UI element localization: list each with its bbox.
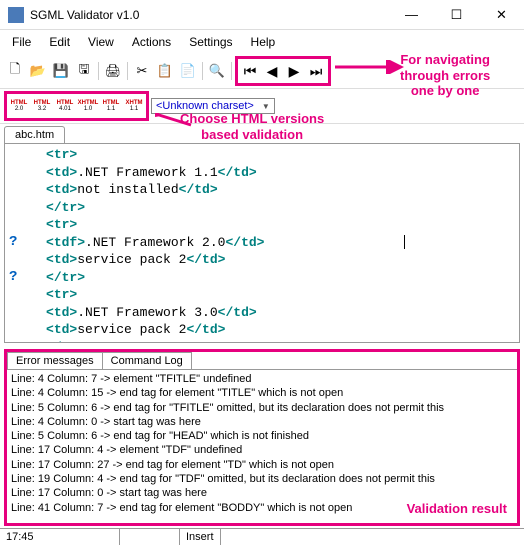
paste-icon[interactable]: 📄 <box>177 60 199 82</box>
code-line: <td>.NET Framework 3.0</td> <box>7 304 517 322</box>
toolbar: 🗋 📂 💾 🖫 🖨 ✂ 📋 📄 🔍 ⏮ ◀ ▶ ⏭ For navigating… <box>0 54 524 89</box>
version-html-3.2[interactable]: HTML3.2 <box>31 95 53 117</box>
menu-file[interactable]: File <box>4 32 39 52</box>
titlebar: SGML Validator v1.0 — ☐ ✕ <box>0 0 524 30</box>
result-tabs: Error messagesCommand Log <box>7 352 517 370</box>
cut-icon[interactable]: ✂ <box>131 60 153 82</box>
menu-help[interactable]: Help <box>243 32 284 52</box>
result-tab-error-messages[interactable]: Error messages <box>7 352 103 369</box>
code-editor[interactable]: <tr> <td>.NET Framework 1.1</td> <td>not… <box>4 143 520 343</box>
error-line[interactable]: Line: 41 Column: 7 -> end tag for elemen… <box>11 501 513 515</box>
error-line[interactable]: Line: 4 Column: 15 -> end tag for elemen… <box>11 386 513 400</box>
copy-icon[interactable]: 📋 <box>154 60 176 82</box>
error-line[interactable]: Line: 4 Column: 7 -> element "TFITLE" un… <box>11 372 513 386</box>
window-title: SGML Validator v1.0 <box>30 8 389 22</box>
save-icon[interactable]: 💾 <box>50 60 72 82</box>
code-line: <td>.NET Framework 1.1</td> <box>7 164 517 182</box>
charset-select[interactable]: <Unknown charset> <box>151 98 275 114</box>
code-line: <tdf>.NET Framework 2.0</td> <box>7 234 517 252</box>
gutter-marker[interactable]: ? <box>9 269 17 285</box>
error-line[interactable]: Line: 4 Column: 0 -> start tag was here <box>11 415 513 429</box>
error-line[interactable]: Line: 17 Column: 27 -> end tag for eleme… <box>11 458 513 472</box>
code-line: <td>not installed</td> <box>7 181 517 199</box>
version-xhtml-1.0[interactable]: XHTML1.0 <box>77 95 99 117</box>
app-icon <box>8 7 24 23</box>
save-all-icon[interactable]: 🖫 <box>73 60 95 82</box>
first-error-icon[interactable]: ⏮ <box>239 60 261 82</box>
file-tab[interactable]: abc.htm <box>4 126 65 143</box>
code-line: <tr> <box>7 216 517 234</box>
code-line: </tr> <box>7 269 517 287</box>
results-panel: Error messagesCommand Log Line: 4 Column… <box>4 349 520 526</box>
prev-error-icon[interactable]: ◀ <box>261 60 283 82</box>
last-error-icon[interactable]: ⏭ <box>305 60 327 82</box>
toolbar-versions: HTML2.0HTML3.2HTML4.01XHTML1.0HTML1.1XHT… <box>0 89 524 124</box>
version-xhtm-1.1[interactable]: XHTM1.1 <box>123 95 145 117</box>
code-line: <tr> <box>7 146 517 164</box>
print-icon[interactable]: 🖨 <box>102 60 124 82</box>
result-tab-command-log[interactable]: Command Log <box>102 352 192 369</box>
status-time: 17:45 <box>0 529 120 545</box>
menu-edit[interactable]: Edit <box>41 32 78 52</box>
error-line[interactable]: Line: 17 Column: 0 -> start tag was here <box>11 486 513 500</box>
menu-actions[interactable]: Actions <box>124 32 179 52</box>
code-line: <td>service pack 2</td> <box>7 321 517 339</box>
version-html-4.01[interactable]: HTML4.01 <box>54 95 76 117</box>
menu-view[interactable]: View <box>80 32 122 52</box>
open-file-icon[interactable]: 📂 <box>27 60 49 82</box>
error-line[interactable]: Line: 17 Column: 4 -> element "TDF" unde… <box>11 443 513 457</box>
file-tabs: abc.htm <box>0 124 524 143</box>
statusbar: 17:45 Insert <box>0 528 524 545</box>
error-line[interactable]: Line: 19 Column: 4 -> end tag for "TDF" … <box>11 472 513 486</box>
gutter-marker[interactable]: ? <box>9 234 17 250</box>
new-file-icon[interactable]: 🗋 <box>4 60 26 82</box>
menubar: FileEditViewActionsSettingsHelp <box>0 30 524 54</box>
find-icon[interactable]: 🔍 <box>206 60 228 82</box>
error-list[interactable]: Line: 4 Column: 7 -> element "TFITLE" un… <box>7 370 517 523</box>
version-html-2.0[interactable]: HTML2.0 <box>8 95 30 117</box>
code-line: <td>service pack 2</td> <box>7 251 517 269</box>
menu-settings[interactable]: Settings <box>181 32 240 52</box>
code-line: <tr> <box>7 286 517 304</box>
error-line[interactable]: Line: 5 Column: 6 -> end tag for "TFITLE… <box>11 401 513 415</box>
next-error-icon[interactable]: ▶ <box>283 60 305 82</box>
html-version-group: HTML2.0HTML3.2HTML4.01XHTML1.0HTML1.1XHT… <box>4 91 149 121</box>
status-mode: Insert <box>180 529 221 545</box>
close-button[interactable]: ✕ <box>479 0 524 29</box>
status-spacer <box>120 529 180 545</box>
maximize-button[interactable]: ☐ <box>434 0 479 29</box>
code-line: </tr> <box>7 199 517 217</box>
minimize-button[interactable]: — <box>389 0 434 29</box>
error-line[interactable]: Line: 5 Column: 6 -> end tag for "HEAD" … <box>11 429 513 443</box>
error-nav-group: ⏮ ◀ ▶ ⏭ <box>235 56 331 86</box>
code-line: </tr> <box>7 339 517 343</box>
version-html-1.1[interactable]: HTML1.1 <box>100 95 122 117</box>
